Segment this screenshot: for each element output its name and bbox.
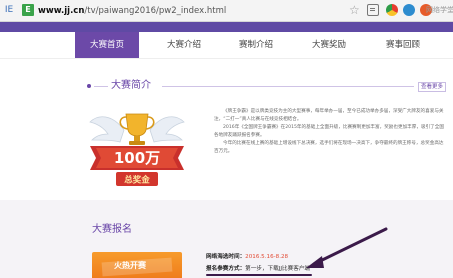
prize-medal-image: 100万 总奖金 xyxy=(89,113,185,186)
chrome-icon[interactable] xyxy=(386,4,398,16)
registration-title: 大赛报名 xyxy=(92,224,132,235)
bookmark-star-icon[interactable]: ☆ xyxy=(349,3,360,18)
intro-paragraph: 《牌王争霸》是以牌类竞技为主的大型赛事，每年举办一届，至今已成功举办多届，深受广… xyxy=(214,109,444,122)
intro-paragraph: 今年的比赛在线上赛的基础上增设线下总决赛，选手们将在现场一决高下，争夺最终的牌王… xyxy=(214,141,444,154)
nav-item-rewards[interactable]: 大赛奖励 xyxy=(297,32,361,58)
medal-amount: 100万 xyxy=(114,149,160,167)
intro-text: 《牌王争霸》是以牌类竞技为主的大型赛事，每年举办一届，至今已成功举办多届，深受广… xyxy=(214,108,448,157)
more-link[interactable]: 查看更多 xyxy=(418,82,447,92)
section-rule-left xyxy=(94,86,108,87)
medal-caption: 总奖金 xyxy=(124,175,150,186)
promo-banner[interactable]: 火热开赛 xyxy=(92,252,182,278)
date-label: 网络海选时间： xyxy=(206,254,246,260)
reader-mode-icon[interactable] xyxy=(367,4,379,16)
section-bullet-icon xyxy=(87,84,91,88)
url-field[interactable]: www.jj.cn/tv/paiwang2016/pw2_index.html xyxy=(38,4,226,18)
date-value: 2016.5.16-8.28 xyxy=(245,254,289,260)
promo-text: 火热开赛 xyxy=(114,261,146,270)
extension-icon[interactable] xyxy=(403,4,415,16)
intro-paragraph: 2016年《全国牌王争霸赛》在2015年的基础上全面升级，比赛赛制更加丰富，奖励… xyxy=(214,125,444,138)
annotation-arrow-icon xyxy=(306,227,388,268)
date-row: 网络海选时间：2016.5.16-8.28 xyxy=(206,253,288,261)
ie-icon: IE xyxy=(4,5,14,15)
url-path: /tv/paiwang2016/pw2_index.html xyxy=(84,6,227,16)
intro-title: 大赛简介 xyxy=(111,80,151,91)
nav-divider xyxy=(0,58,453,59)
url-domain: www.jj.cn xyxy=(38,6,85,16)
section-rule-right xyxy=(162,86,414,87)
extension-label: 网络学堂 xyxy=(426,6,453,14)
method-label: 报名参赛方式： xyxy=(206,266,246,272)
nav-item-rules[interactable]: 赛制介绍 xyxy=(224,32,288,58)
nav-item-review[interactable]: 赛事回顾 xyxy=(371,32,435,58)
nav-item-home[interactable]: 大赛首页 xyxy=(75,32,139,58)
site-header-strip xyxy=(0,22,453,32)
method-row: 报名参赛方式：第一步，下载JJ比赛客户端 xyxy=(206,265,310,273)
browser-address-bar: IE E www.jj.cn/tv/paiwang2016/pw2_index.… xyxy=(0,0,453,22)
site-favicon: E xyxy=(22,4,34,16)
main-nav: 大赛首页 大赛介绍 赛制介绍 大赛奖励 赛事回顾 xyxy=(0,32,453,58)
annotation-underline xyxy=(206,274,312,276)
nav-item-intro[interactable]: 大赛介绍 xyxy=(152,32,216,58)
